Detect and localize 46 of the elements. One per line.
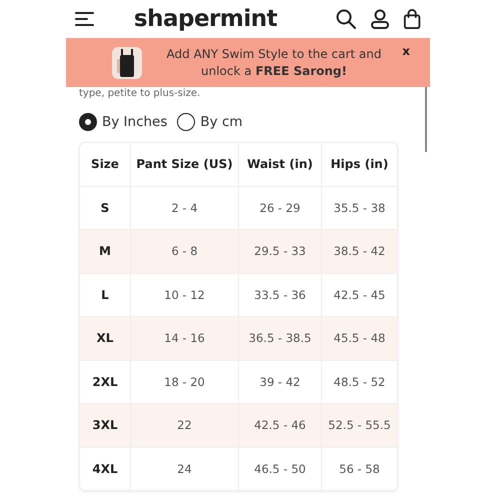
table-cell: 33.5 - 36 xyxy=(239,272,322,316)
table-cell: L xyxy=(80,272,131,316)
table-cell: 10 - 12 xyxy=(131,272,239,316)
table-cell: 52.5 - 55.5 xyxy=(322,403,397,446)
promo-text: Add ANY Swim Style to the cart and unlock a FREE Sarong! xyxy=(166,46,382,80)
table-cell: 14 - 16 xyxy=(131,316,239,360)
radio-label: By Inches xyxy=(102,114,168,130)
intro-text: type, petite to plus-size. xyxy=(79,88,202,99)
unit-radio[interactable]: By Inches xyxy=(79,113,168,131)
table-cell: 39 - 42 xyxy=(239,360,322,403)
table-cell: 29.5 - 33 xyxy=(239,229,322,272)
search-icon[interactable] xyxy=(335,8,357,30)
radio-icon[interactable] xyxy=(79,113,97,131)
logo[interactable]: shapermint xyxy=(96,6,335,32)
column-header: Size xyxy=(80,143,131,186)
table-cell: 38.5 - 42 xyxy=(322,229,397,272)
table-cell: 4XL xyxy=(80,446,131,490)
table-cell: M xyxy=(80,229,131,272)
close-button[interactable]: x xyxy=(402,44,410,58)
column-header: Pant Size (US) xyxy=(131,143,239,186)
table-cell: 42.5 - 45 xyxy=(322,272,397,316)
table-cell: 18 - 20 xyxy=(131,360,239,403)
table-cell: 6 - 8 xyxy=(131,229,239,272)
unit-radio[interactable]: By cm xyxy=(177,113,243,131)
table-cell: 36.5 - 38.5 xyxy=(239,316,322,360)
column-header: Hips (in) xyxy=(322,143,397,186)
table-cell: 35.5 - 38 xyxy=(322,186,397,229)
table-cell: S xyxy=(80,186,131,229)
table-cell: 42.5 - 46 xyxy=(239,403,322,446)
radio-label: By cm xyxy=(200,114,243,130)
account-icon[interactable] xyxy=(369,8,391,30)
bag-icon[interactable] xyxy=(403,8,423,30)
table-cell: XL xyxy=(80,316,131,360)
table-cell: 56 - 58 xyxy=(322,446,397,490)
table-cell: 22 xyxy=(131,403,239,446)
table-cell: 48.5 - 52 xyxy=(322,360,397,403)
column-header: Waist (in) xyxy=(239,143,322,186)
radio-icon[interactable] xyxy=(177,113,196,131)
table-cell: 45.5 - 48 xyxy=(322,316,397,360)
scrollbar xyxy=(425,87,427,152)
table-cell: 2 - 4 xyxy=(131,186,239,229)
table-cell: 24 xyxy=(131,446,239,490)
table-cell: 26 - 29 xyxy=(239,186,322,229)
table-cell: 2XL xyxy=(80,360,131,403)
table-cell: 3XL xyxy=(80,403,131,446)
table-cell: 46.5 - 50 xyxy=(239,446,322,490)
